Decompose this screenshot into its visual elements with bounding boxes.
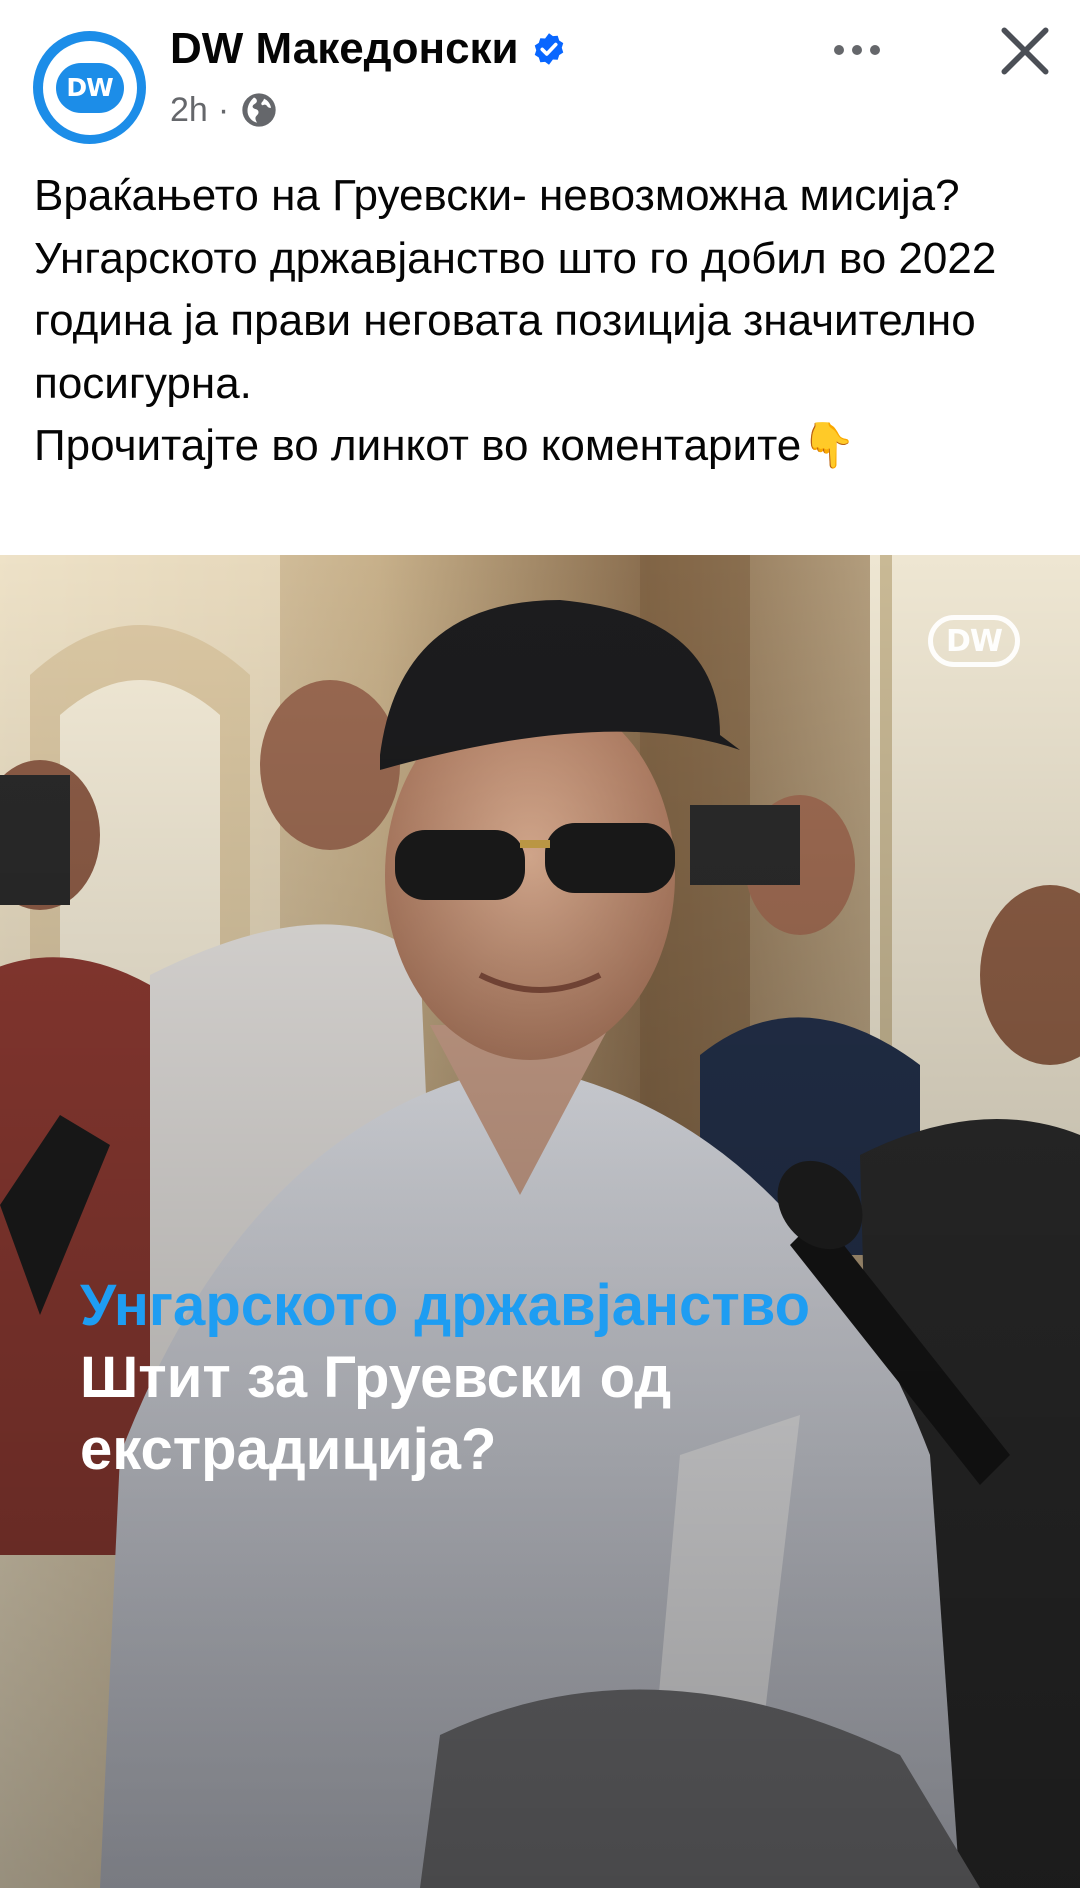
verified-badge-icon: [534, 33, 563, 65]
post-caption: Враќањето на Груевски- невозможна мисија…: [34, 165, 1044, 478]
image-headline-accent: Унгарското државјанство: [80, 1273, 811, 1338]
post-time[interactable]: 2h: [170, 91, 208, 130]
caption-line: Унгарското државјанство што го добил во …: [34, 233, 997, 408]
page-name-row: DW Македонски: [170, 24, 567, 74]
more-dot: [852, 45, 862, 55]
more-options-icon[interactable]: [820, 20, 894, 80]
photo-scene: [0, 555, 1080, 1888]
post-image[interactable]: DW Унгарското државјанство Штит за Груев…: [0, 555, 1080, 1888]
meta-separator: ·: [217, 90, 230, 129]
more-dot: [834, 45, 844, 55]
globe-icon: [242, 93, 276, 127]
dw-logo: DW: [55, 62, 124, 113]
avatar-ring: DW: [42, 40, 137, 135]
dw-watermark: DW: [928, 615, 1020, 667]
more-dot: [870, 45, 880, 55]
page-avatar[interactable]: DW: [33, 31, 146, 144]
caption-line: Прочитајте во линкот во коментарите👇: [34, 421, 857, 470]
caption-line: Враќањето на Груевски- невозможна мисија…: [34, 171, 960, 220]
image-headline: Унгарското државјанство Штит за Груевски…: [80, 1270, 1080, 1486]
image-headline-text: Штит за Груевски од екстрадиција?: [80, 1345, 672, 1482]
close-icon[interactable]: [994, 20, 1056, 82]
post-header: DW DW Македонски 2h ·: [0, 0, 1080, 150]
facebook-post: DW DW Македонски 2h · Враќањето на Груев…: [0, 0, 1080, 1888]
post-meta: 2h ·: [170, 90, 279, 130]
page-name[interactable]: DW Македонски: [170, 24, 519, 74]
